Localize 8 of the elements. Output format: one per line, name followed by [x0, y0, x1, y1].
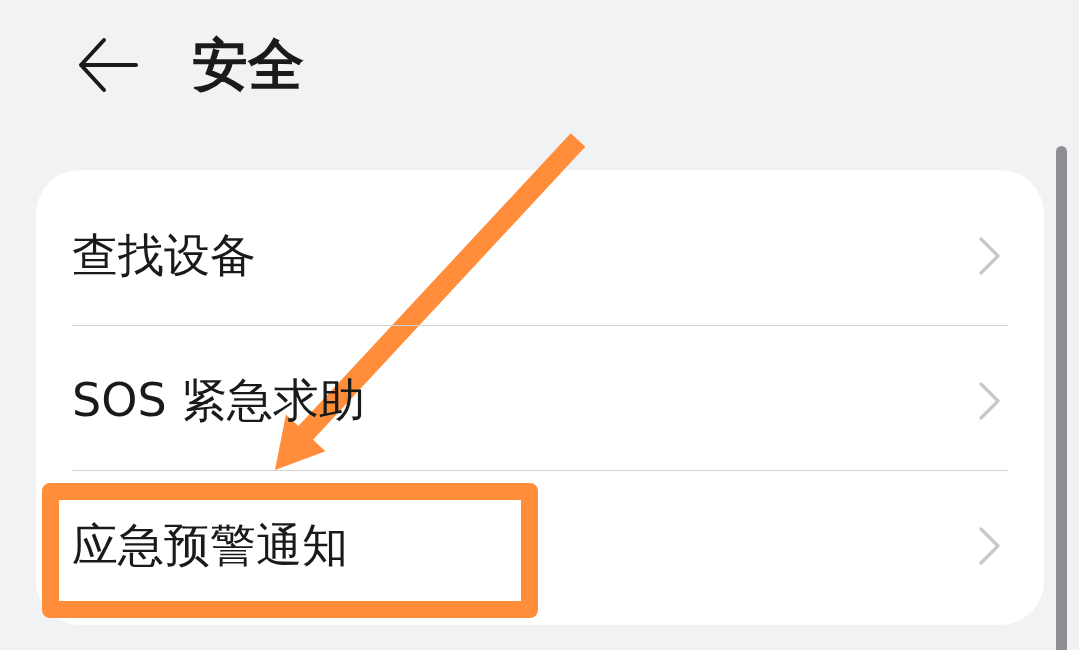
- back-arrow-icon: [78, 37, 138, 93]
- settings-list-item[interactable]: 查找设备: [72, 180, 1008, 325]
- back-button[interactable]: [78, 37, 138, 93]
- settings-list-item[interactable]: 应急预警通知: [72, 470, 1008, 615]
- chevron-right-icon: [979, 527, 1001, 565]
- chevron-right-icon: [979, 382, 1001, 420]
- page-title: 安全: [192, 34, 304, 96]
- chevron-right-icon: [979, 237, 1001, 275]
